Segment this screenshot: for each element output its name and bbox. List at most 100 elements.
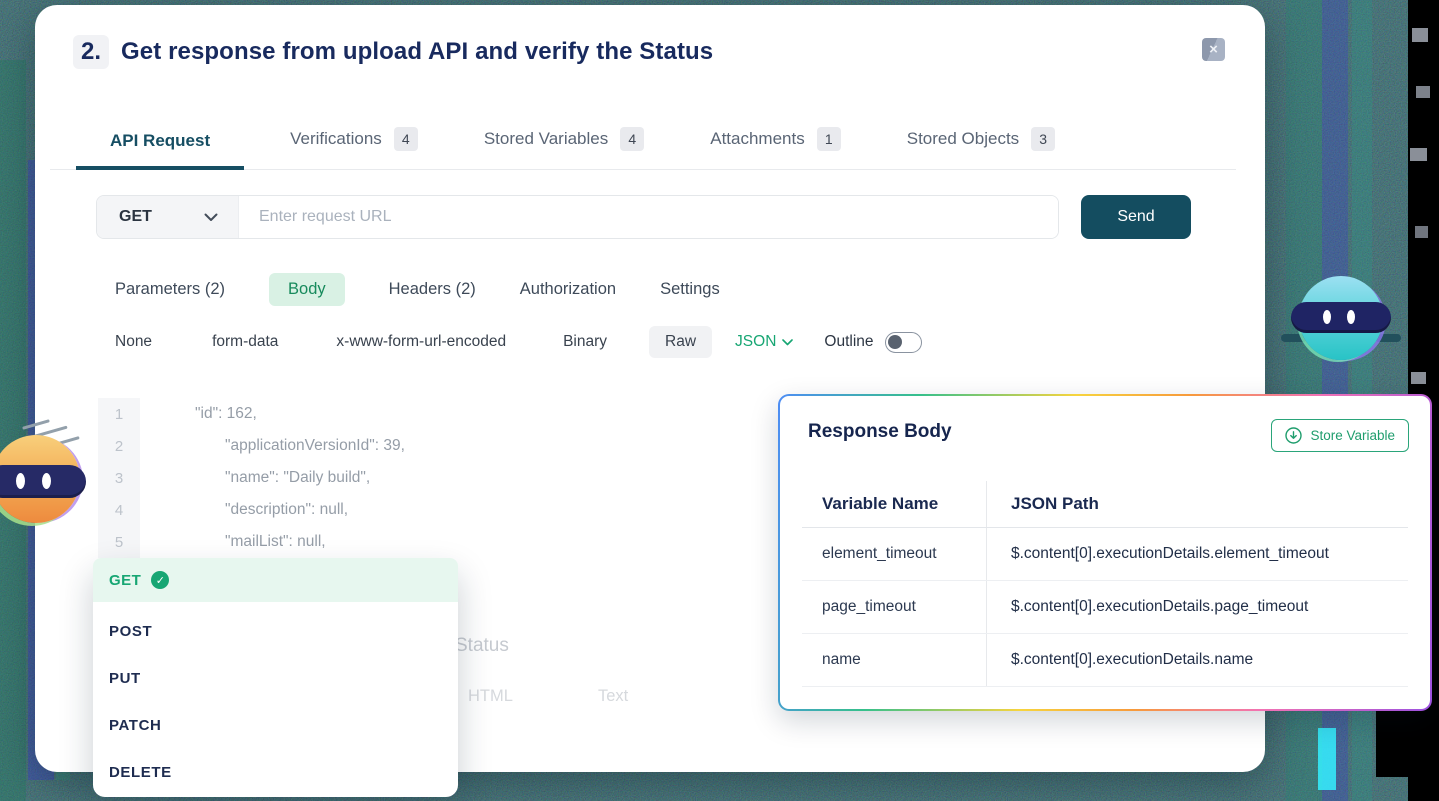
format-select-value: JSON (735, 333, 776, 351)
table-row[interactable]: element_timeout $.content[0].executionDe… (802, 528, 1408, 581)
line-text: "applicationVersionId": 39, (140, 437, 405, 455)
response-body-inner: Response Body Store Variable Variable Na… (780, 396, 1430, 709)
main-tab-bar: API Request Verifications 4 Stored Varia… (50, 113, 1236, 170)
robot-visor (1291, 302, 1391, 333)
count-badge: 3 (1031, 127, 1055, 151)
url-input[interactable] (239, 196, 1058, 238)
robot-mascot-left (0, 433, 84, 525)
chevron-down-icon (782, 339, 793, 346)
response-body-panel: Response Body Store Variable Variable Na… (778, 394, 1432, 711)
send-button[interactable]: Send (1081, 195, 1191, 239)
request-bar: GET Send (96, 195, 1191, 239)
faded-status-label: Status (455, 635, 509, 657)
tab-label: Attachments (710, 129, 805, 149)
count-badge: 4 (394, 127, 418, 151)
close-icon[interactable]: × (1202, 38, 1225, 61)
line-text: "description": null, (140, 501, 348, 519)
body-type-bar: None form-data x-www-form-url-encoded Bi… (115, 325, 922, 359)
robot-eye (16, 473, 25, 489)
subtab-authorization[interactable]: Authorization (520, 280, 616, 299)
menu-item-get[interactable]: GET ✓ (93, 558, 458, 602)
variables-table: Variable Name JSON Path element_timeout … (802, 481, 1408, 687)
robot-head (1299, 276, 1383, 360)
line-number: 5 (98, 526, 140, 558)
faded-tab-text[interactable]: Text (598, 687, 628, 706)
tab-label: Stored Variables (484, 129, 608, 149)
count-badge: 1 (817, 127, 841, 151)
menu-item-post[interactable]: POST (93, 608, 458, 655)
store-variable-button[interactable]: Store Variable (1271, 419, 1409, 452)
store-download-icon (1285, 427, 1302, 444)
tab-stored-objects[interactable]: Stored Objects 3 (887, 113, 1075, 170)
page-title: Get response from upload API and verify … (121, 38, 713, 66)
tab-api-request[interactable]: API Request (76, 117, 244, 170)
editor-line: 1 "id": 162, (98, 398, 798, 430)
request-field: GET (96, 195, 1059, 239)
column-header-json-path: JSON Path (987, 481, 1408, 527)
outline-label: Outline (824, 333, 873, 351)
method-dropdown: GET ✓ POST PUT PATCH DELETE (93, 558, 458, 797)
menu-item-list: POST PUT PATCH DELETE (93, 602, 458, 796)
tab-verifications[interactable]: Verifications 4 (270, 113, 438, 170)
response-body-title: Response Body (808, 421, 952, 443)
editor-line: 3 "name": "Daily build", (98, 462, 798, 494)
toggle-knob (888, 335, 902, 349)
json-body-editor[interactable]: 1 "id": 162, 2 "applicationVersionId": 3… (98, 398, 798, 558)
bodytype-form-data[interactable]: form-data (212, 333, 278, 351)
bodytype-raw[interactable]: Raw (649, 326, 712, 358)
cell-variable-name: element_timeout (802, 528, 987, 580)
line-text: "id": 162, (140, 405, 257, 423)
robot-eye (42, 473, 51, 489)
robot-visor (0, 465, 86, 498)
line-number: 4 (98, 494, 140, 526)
line-number: 1 (98, 398, 140, 430)
subtab-settings[interactable]: Settings (660, 280, 720, 299)
editor-line: 5 "mailList": null, (98, 526, 798, 558)
cell-variable-name: name (802, 634, 987, 686)
menu-item-patch[interactable]: PATCH (93, 702, 458, 749)
method-select[interactable]: GET (97, 196, 239, 238)
editor-line: 2 "applicationVersionId": 39, (98, 430, 798, 462)
request-sub-tabs: Parameters (2) Body Headers (2) Authoriz… (115, 271, 720, 307)
line-text: "name": "Daily build", (140, 469, 370, 487)
menu-item-put[interactable]: PUT (93, 655, 458, 702)
subtab-body[interactable]: Body (269, 273, 345, 306)
cell-variable-name: page_timeout (802, 581, 987, 633)
cell-json-path: $.content[0].executionDetails.name (987, 634, 1408, 686)
bodytype-x-www-form-url-encoded[interactable]: x-www-form-url-encoded (336, 333, 506, 351)
tab-attachments[interactable]: Attachments 1 (690, 113, 861, 170)
cell-json-path: $.content[0].executionDetails.page_timeo… (987, 581, 1408, 633)
subtab-parameters[interactable]: Parameters (2) (115, 280, 225, 299)
outline-control: Outline (824, 332, 921, 353)
tab-label: Verifications (290, 129, 382, 149)
faded-tab-html[interactable]: HTML (468, 687, 513, 706)
bodytype-binary[interactable]: Binary (563, 333, 607, 351)
table-row[interactable]: name $.content[0].executionDetails.name (802, 634, 1408, 687)
menu-item-delete[interactable]: DELETE (93, 749, 458, 796)
bodytype-none[interactable]: None (115, 333, 152, 351)
subtab-headers[interactable]: Headers (2) (389, 280, 476, 299)
table-header-row: Variable Name JSON Path (802, 481, 1408, 528)
robot-head (0, 435, 80, 523)
outline-toggle[interactable] (885, 332, 922, 353)
robot-eye (1347, 310, 1355, 324)
table-row[interactable]: page_timeout $.content[0].executionDetai… (802, 581, 1408, 634)
line-text: "mailList": null, (140, 533, 326, 551)
tab-label: Stored Objects (907, 129, 1019, 149)
line-number: 3 (98, 462, 140, 494)
column-header-variable-name: Variable Name (802, 481, 987, 527)
chevron-down-icon (204, 213, 218, 222)
format-select-json[interactable]: JSON (735, 333, 793, 351)
cell-json-path: $.content[0].executionDetails.element_ti… (987, 528, 1408, 580)
step-header: 2. Get response from upload API and veri… (73, 35, 713, 69)
tab-label: API Request (110, 131, 210, 151)
robot-eye (1323, 310, 1331, 324)
editor-line: 4 "description": null, (98, 494, 798, 526)
tab-stored-variables[interactable]: Stored Variables 4 (464, 113, 664, 170)
robot-mascot-right (1299, 276, 1383, 360)
menu-item-label: GET (109, 572, 141, 589)
method-select-value: GET (119, 208, 152, 226)
store-variable-label: Store Variable (1310, 428, 1395, 443)
step-number: 2. (73, 35, 109, 69)
count-badge: 4 (620, 127, 644, 151)
